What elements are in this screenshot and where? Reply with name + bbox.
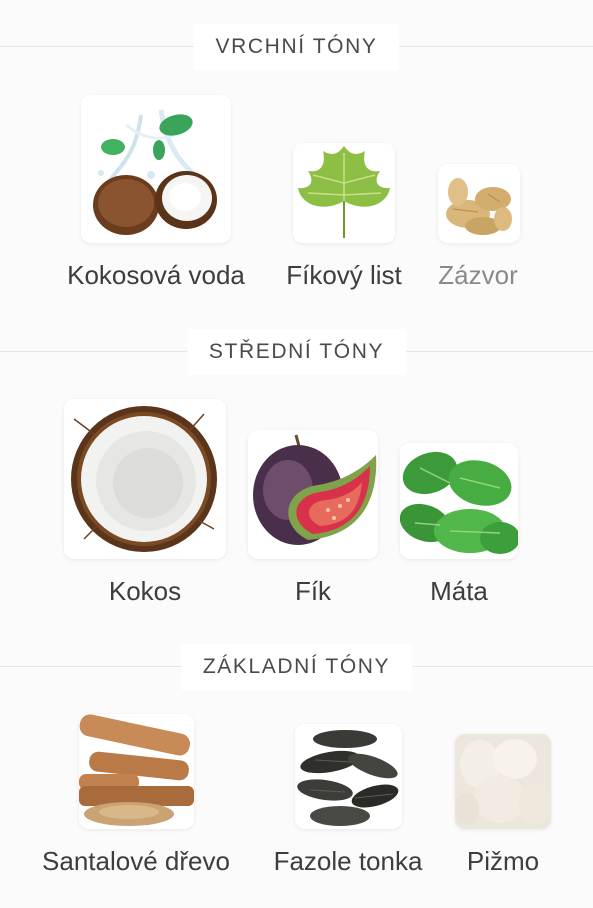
base-notes-section: ZÁKLADNÍ TÓNY Santalové dřevo Fazole ton…	[0, 620, 593, 908]
section-title: VRCHNÍ TÓNY	[193, 24, 400, 70]
sandalwood-icon	[79, 714, 194, 829]
note-label: Fík	[294, 576, 332, 606]
section-title: STŘEDNÍ TÓNY	[186, 329, 407, 375]
note-label: Kokos	[108, 576, 182, 606]
note-label: Pižmo	[466, 846, 540, 876]
ginger-icon	[438, 164, 520, 243]
mint-icon	[400, 443, 518, 559]
note-label: Kokosová voda	[67, 260, 245, 290]
section-title: ZÁKLADNÍ TÓNY	[180, 644, 413, 690]
coconut-icon	[64, 399, 226, 559]
note-label: Máta	[430, 576, 488, 606]
fig-leaf-icon	[293, 143, 395, 243]
middle-notes-section: STŘEDNÍ TÓNY Kokos Fík Máta	[0, 310, 593, 620]
fig-icon	[248, 430, 378, 559]
note-label: Santalové dřevo	[42, 846, 230, 876]
musk-icon	[455, 734, 551, 829]
note-label: Zázvor	[438, 260, 518, 290]
top-notes-section: VRCHNÍ TÓNY Kokosová voda Fíkový list Zá…	[0, 0, 593, 310]
note-label: Fíkový list	[286, 260, 402, 290]
tonka-bean-icon	[295, 724, 402, 829]
note-label: Fazole tonka	[273, 846, 423, 876]
coconut-water-icon	[81, 95, 231, 243]
